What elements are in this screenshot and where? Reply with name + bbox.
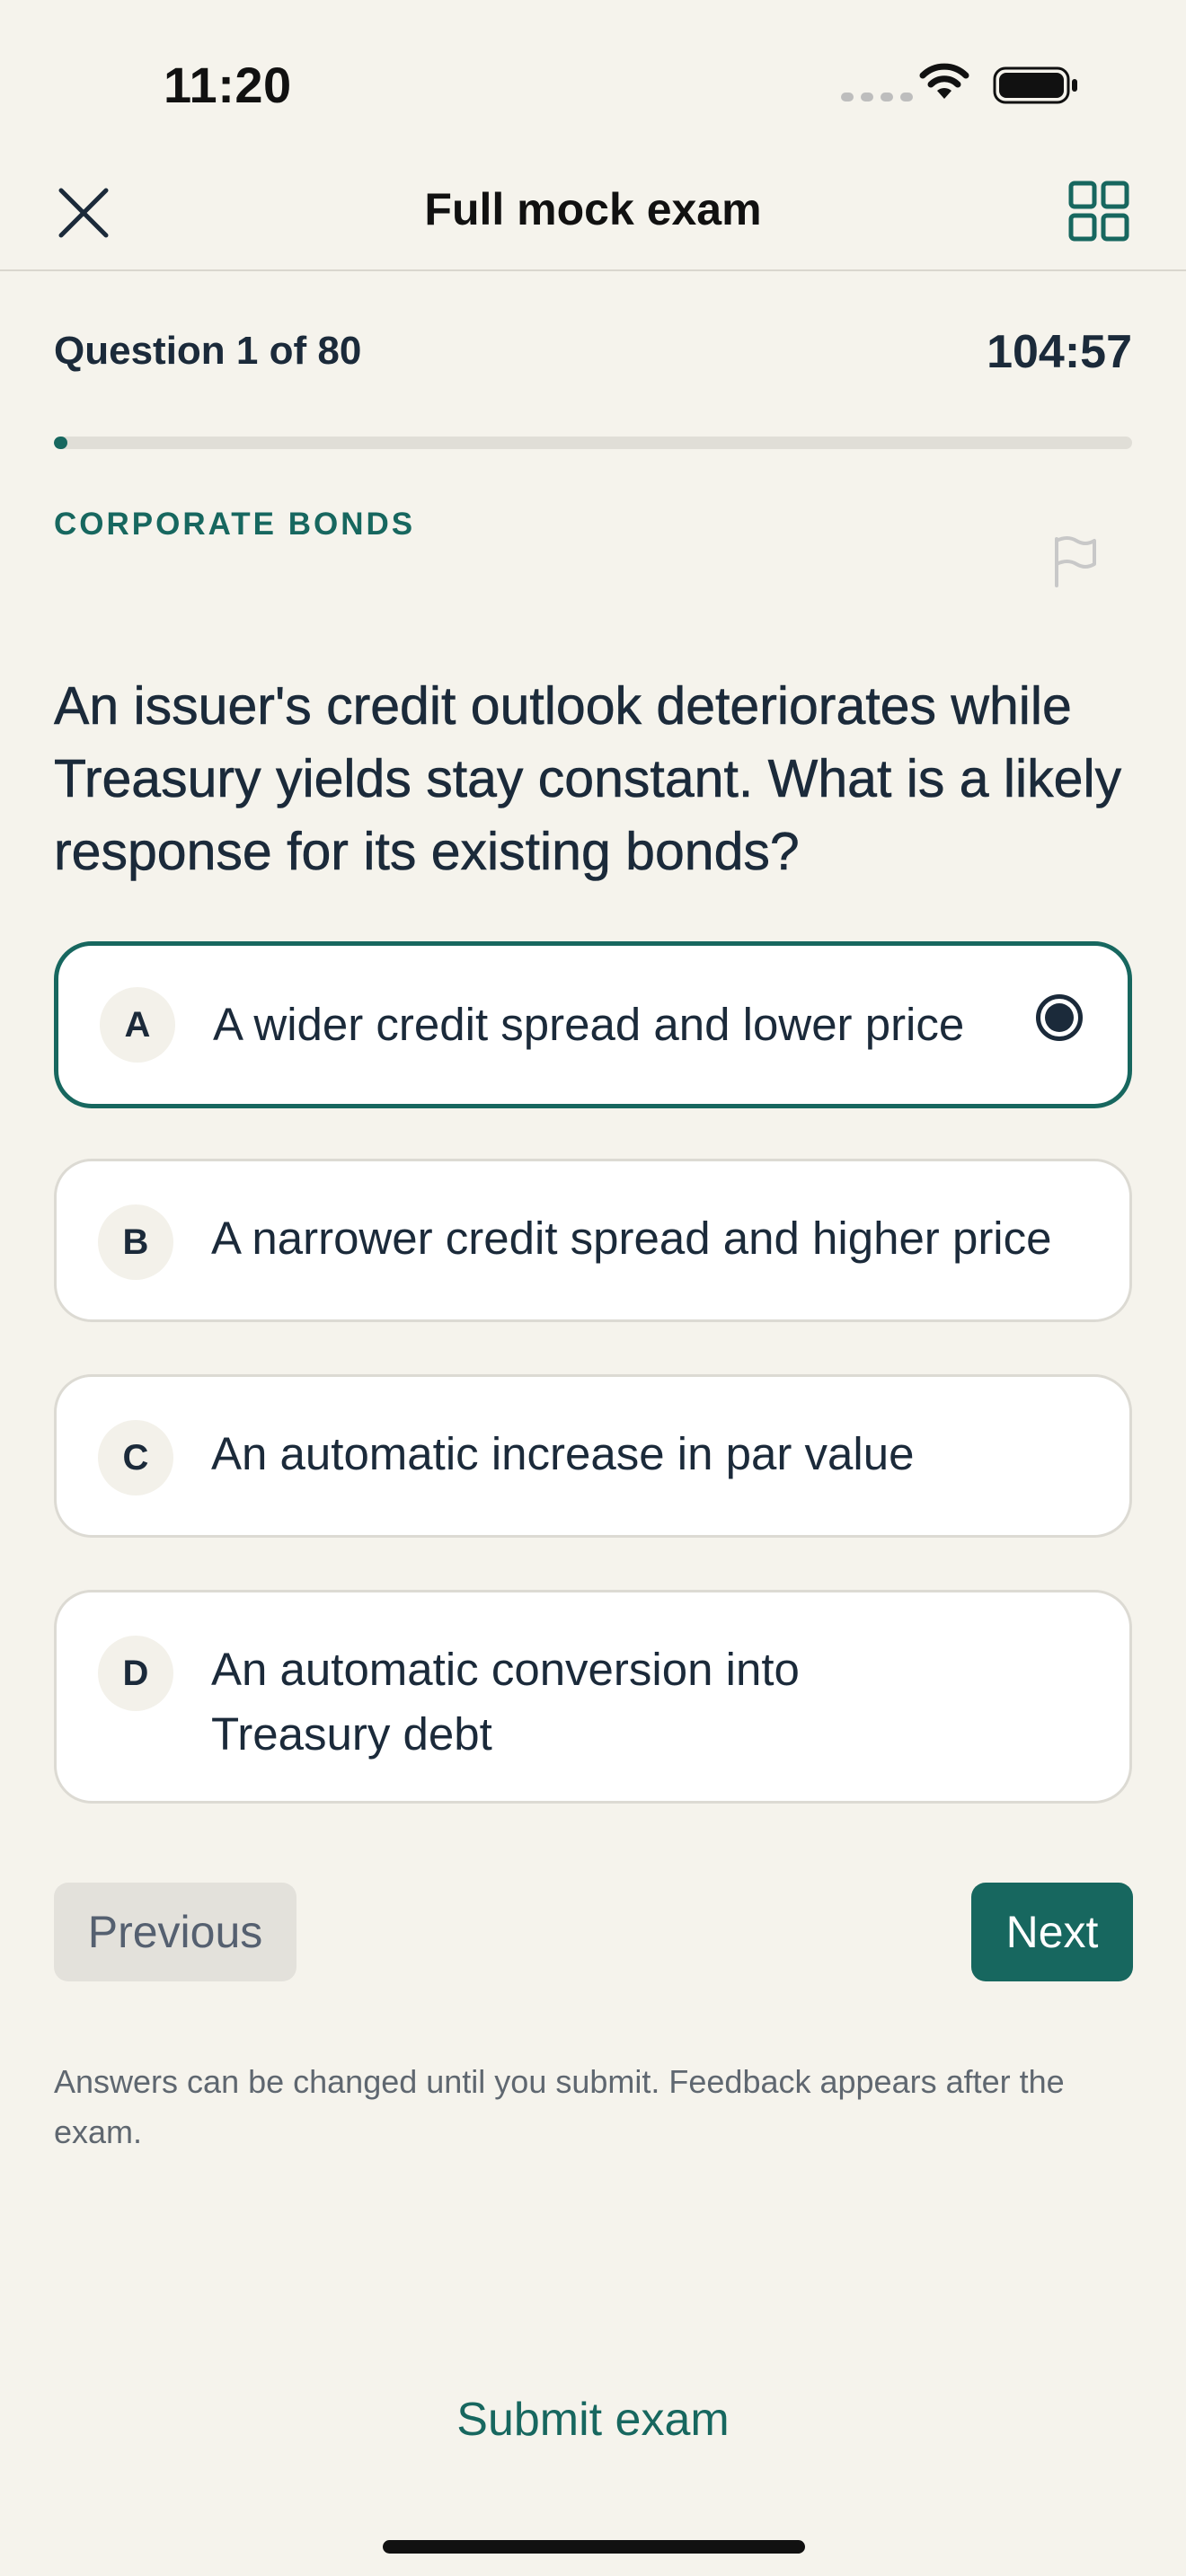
option-text: An automatic increase in par value <box>211 1428 915 1479</box>
radio-selected-icon[interactable] <box>1036 994 1083 1041</box>
previous-button[interactable]: Previous <box>54 1883 296 1981</box>
question-text: An issuer's credit outlook deteriorates … <box>54 676 1122 882</box>
submit-exam-button[interactable]: Submit exam <box>0 2393 1186 2447</box>
nav-header: Full mock exam <box>0 153 1186 271</box>
exam-screen: 11:20 Full mock exam Question 1 of 80 10… <box>0 0 1186 2576</box>
flag-icon[interactable] <box>1049 535 1100 589</box>
progress-bar <box>54 437 1132 449</box>
progress-fill <box>54 437 67 449</box>
answer-option-b[interactable]: B A narrower credit spread and higher pr… <box>54 1159 1132 1322</box>
exam-timer: 104:57 <box>987 326 1132 378</box>
option-letter-badge: B <box>98 1204 173 1280</box>
answer-option-a[interactable]: A A wider credit spread and lower price <box>54 941 1132 1108</box>
option-text: A wider credit spread and lower price <box>213 999 965 1050</box>
option-letter-badge: A <box>100 987 175 1063</box>
wifi-icon <box>919 63 969 99</box>
status-time: 11:20 <box>164 57 292 113</box>
next-button[interactable]: Next <box>971 1883 1133 1981</box>
exam-note: Answers can be changed until you submit.… <box>54 2063 1065 2150</box>
option-text: A narrower credit spread and higher pric… <box>211 1213 1052 1264</box>
option-letter-badge: C <box>98 1420 173 1495</box>
question-counter: Question 1 of 80 <box>54 329 362 373</box>
option-text: An automatic conversion into Treasury de… <box>211 1644 800 1760</box>
option-letter-badge: D <box>98 1636 173 1711</box>
cellular-signal-icon <box>841 93 913 101</box>
battery-icon <box>993 66 1077 104</box>
status-bar: 11:20 <box>0 0 1186 153</box>
answer-option-d[interactable]: D An automatic conversion into Treasury … <box>54 1590 1132 1804</box>
topic-label: CORPORATE BONDS <box>54 507 416 542</box>
answer-option-c[interactable]: C An automatic increase in par value <box>54 1374 1132 1538</box>
home-indicator <box>383 2540 805 2554</box>
page-title: Full mock exam <box>424 184 762 234</box>
grid-icon[interactable] <box>1067 180 1130 243</box>
